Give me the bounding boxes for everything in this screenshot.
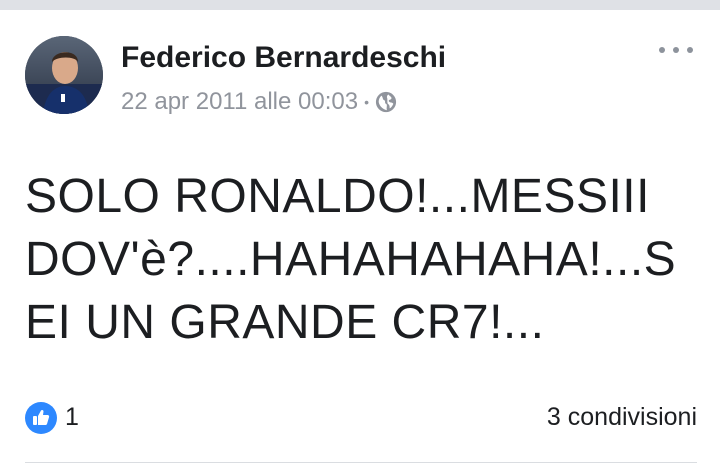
bottom-divider [25,462,697,463]
like-count[interactable]: 1 [65,403,79,432]
shares-count[interactable]: 3 condivisioni [547,403,697,432]
meta-separator: • [364,94,369,110]
top-divider [0,0,720,10]
more-dot [673,47,679,53]
reactions-row: 1 3 condivisioni [25,400,697,436]
post-text: SOLO RONALDO!...MESSIII DOV'è?....HAHAHA… [25,170,677,349]
like-reaction-badge[interactable] [25,402,57,434]
author-name[interactable]: Federico Bernardeschi [121,41,446,75]
avatar[interactable] [25,36,103,114]
more-dot [687,47,693,53]
post-timestamp[interactable]: 22 apr 2011 alle 00:03 [121,88,358,116]
more-dot [659,47,665,53]
post-meta: 22 apr 2011 alle 00:03 • [121,86,397,118]
post-header: Federico Bernardeschi 22 apr 2011 alle 0… [25,36,705,116]
avatar-image [25,36,103,114]
globe-icon [375,91,397,113]
thumbs-up-icon [33,409,50,425]
more-options-button[interactable] [659,38,693,62]
